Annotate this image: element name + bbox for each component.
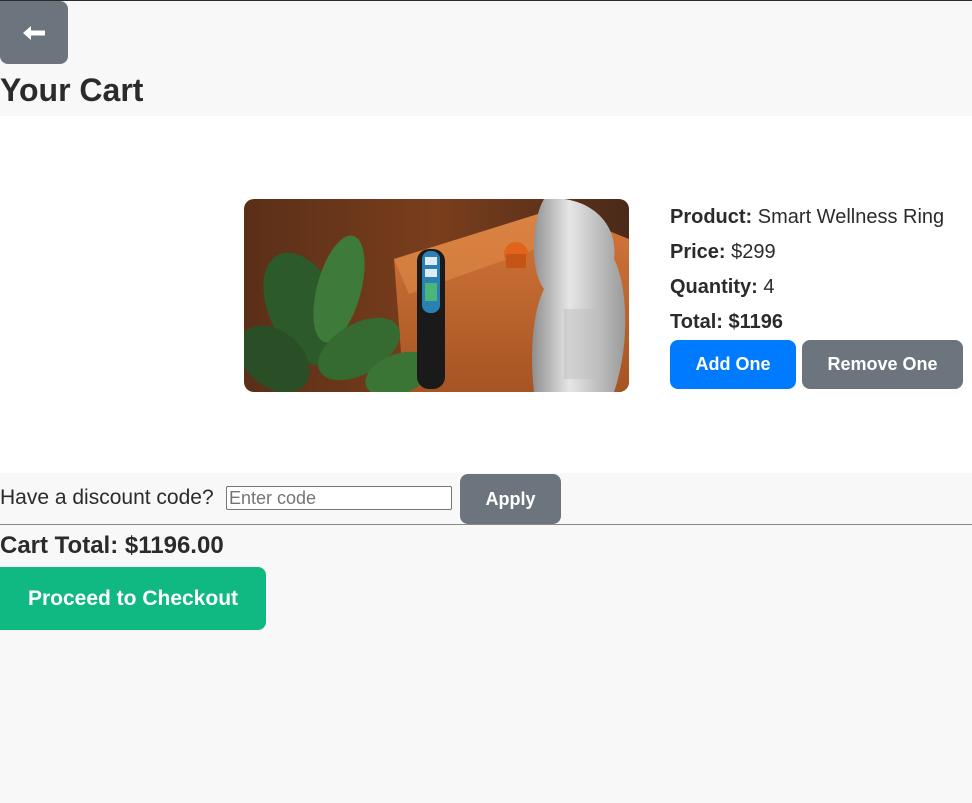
item-total-value: $1196 <box>728 311 784 333</box>
discount-section: Have a discount code? Apply <box>0 474 972 524</box>
add-one-button[interactable]: Add One <box>670 340 796 389</box>
page-title: Your Cart <box>0 72 144 108</box>
quantity-value: 4 <box>763 276 775 298</box>
cart-total: Cart Total: $1196.00 <box>0 532 224 559</box>
product-label: Product: <box>670 206 753 228</box>
discount-label: Have a discount code? <box>0 486 214 509</box>
cart-item-panel: Product: Smart Wellness Ring Price: $299… <box>0 116 972 473</box>
left-arrow-icon <box>23 19 45 47</box>
product-row: Product: Smart Wellness Ring <box>670 202 972 237</box>
quantity-label: Quantity: <box>670 276 758 298</box>
item-total-label: Total: <box>670 311 723 333</box>
item-total-row: Total: $1196 <box>670 307 972 342</box>
price-value: $299 <box>731 241 776 263</box>
quantity-buttons: Add One Remove One <box>670 340 972 390</box>
discount-code-input[interactable] <box>226 486 452 510</box>
top-border <box>0 0 972 1</box>
remove-one-button[interactable]: Remove One <box>802 340 963 389</box>
product-image <box>244 199 629 392</box>
apply-button[interactable]: Apply <box>460 474 561 524</box>
back-button[interactable] <box>0 1 68 64</box>
divider <box>0 524 972 525</box>
price-row: Price: $299 <box>670 237 972 272</box>
product-details: Product: Smart Wellness Ring Price: $299… <box>670 202 972 389</box>
quantity-row: Quantity: 4 <box>670 272 972 307</box>
product-name: Smart Wellness Ring <box>757 206 945 228</box>
checkout-button[interactable]: Proceed to Checkout <box>0 567 266 630</box>
price-label: Price: <box>670 241 726 263</box>
